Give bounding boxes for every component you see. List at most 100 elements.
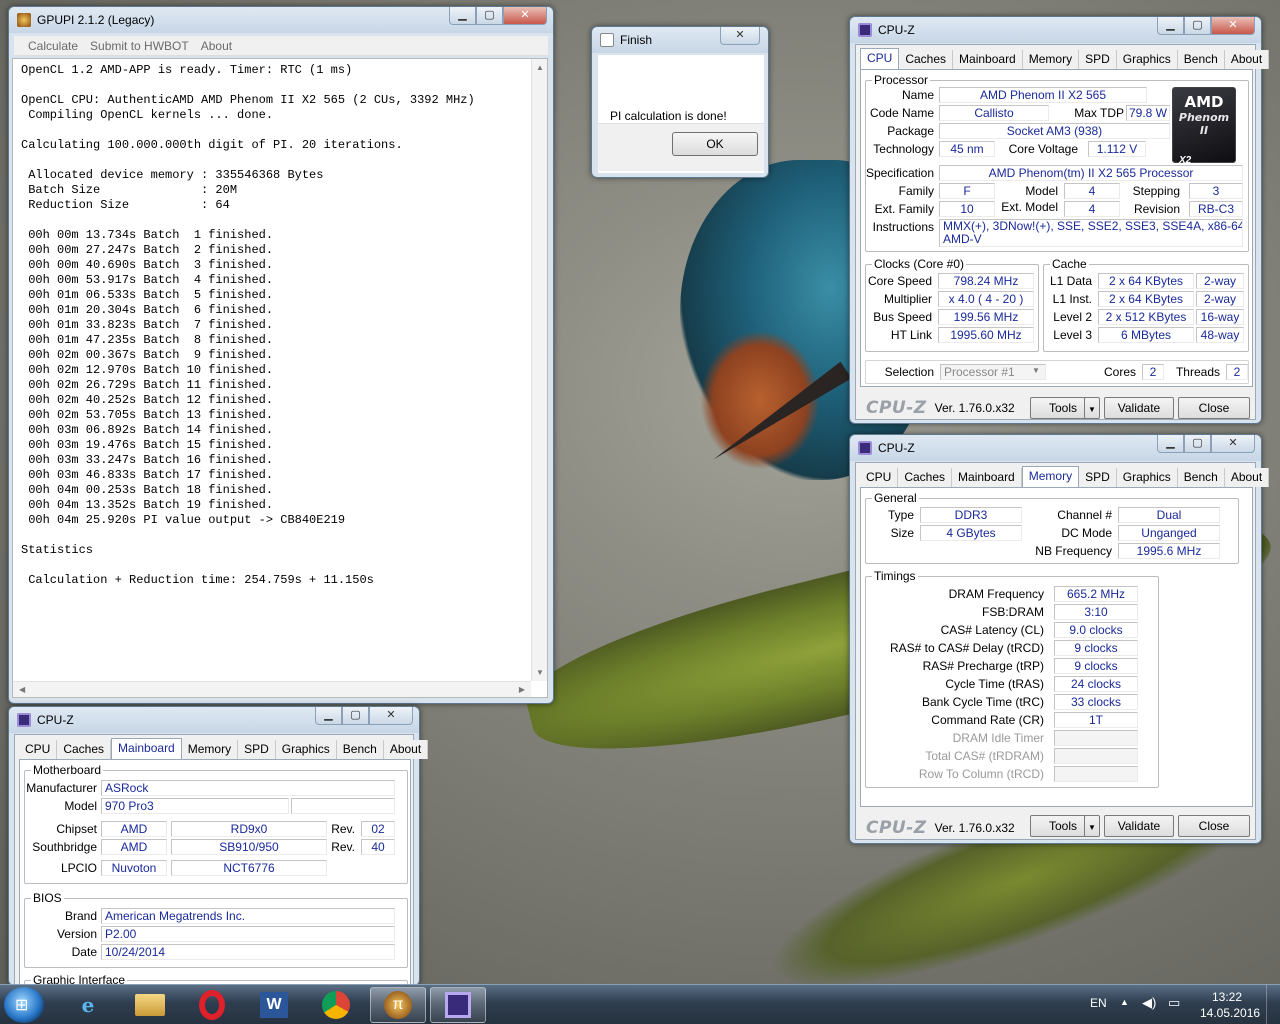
maximize-icon[interactable]: ▢ [1184, 17, 1211, 35]
tab-spd[interactable]: SPD [1079, 468, 1117, 487]
manufacturer-label: Manufacturer [26, 781, 97, 795]
menu-calculate[interactable]: Calculate [28, 39, 78, 53]
minimize-icon[interactable]: ▁ [315, 707, 342, 725]
chipset-label: Chipset [56, 822, 97, 836]
taskbar-chrome[interactable] [308, 987, 364, 1023]
type-label: Type [887, 508, 914, 522]
general-group-label: General [872, 491, 919, 505]
tab-mainboard[interactable]: Mainboard [953, 50, 1023, 69]
fsbdram-value: 3:10 [1054, 604, 1138, 620]
tab-mainboard[interactable]: Mainboard [952, 468, 1022, 487]
close-icon[interactable]: ✕ [1211, 435, 1255, 453]
windows-logo-icon: ⊞ [15, 997, 29, 1014]
tab-bench[interactable]: Bench [336, 740, 384, 759]
menu-about[interactable]: About [201, 39, 232, 53]
tab-about[interactable]: About [383, 740, 429, 759]
tab-graphics[interactable]: Graphics [1116, 468, 1178, 487]
minimize-icon[interactable]: ▁ [449, 7, 476, 25]
tab-memory[interactable]: Memory [1021, 466, 1080, 487]
instructions-label: Instructions [872, 220, 934, 234]
taskbar-word[interactable]: W [246, 987, 302, 1023]
maximize-icon[interactable]: ▢ [476, 7, 503, 25]
tab-cpu[interactable]: CPU [860, 48, 900, 69]
menu-submit-hwbot[interactable]: Submit to HWBOT [90, 39, 189, 53]
tab-spd[interactable]: SPD [1079, 50, 1117, 69]
tab-caches[interactable]: Caches [57, 740, 112, 759]
logo-phenom-text: Phenom II [1178, 111, 1230, 137]
gpupi-output-area[interactable]: OpenCL 1.2 AMD-APP is ready. Timer: RTC … [12, 58, 548, 698]
cpuz-memory-tabs: CPU Caches Mainboard Memory SPD Graphics… [860, 466, 1270, 487]
volume-icon[interactable]: ◀) [1142, 995, 1156, 1011]
cpuz-brand: CPU-Z [866, 398, 927, 418]
tray-show-hidden-icon[interactable]: ▲ [1120, 997, 1129, 1007]
tab-cpu[interactable]: CPU [19, 740, 58, 759]
l3-way: 48-way [1196, 327, 1244, 343]
taskbar-file-explorer[interactable] [122, 987, 178, 1023]
finish-footer: OK [598, 123, 764, 171]
tab-spd[interactable]: SPD [238, 740, 276, 759]
maximize-icon[interactable]: ▢ [1184, 435, 1211, 453]
tab-memory[interactable]: Memory [181, 740, 239, 759]
cpuz-memory-window: CPU-Z ▁ ▢ ✕ CPU Caches Mainboard Memory … [849, 434, 1270, 844]
clock-date[interactable]: 14.05.2016 [1200, 1006, 1260, 1020]
tab-about[interactable]: About [1224, 468, 1270, 487]
cpuz-version: Ver. 1.76.0.x32 [934, 401, 1015, 415]
close-button[interactable]: Close [1178, 815, 1250, 837]
l3-label: Level 3 [1053, 328, 1092, 342]
tab-memory[interactable]: Memory [1022, 50, 1080, 69]
taskbar-gpupi[interactable]: π [370, 987, 426, 1023]
tab-bench[interactable]: Bench [1177, 468, 1225, 487]
scroll-right-arrow-icon[interactable]: ▶ [519, 685, 525, 694]
tools-dropdown-button[interactable]: ▼ [1084, 815, 1100, 837]
tab-graphics[interactable]: Graphics [1116, 50, 1178, 69]
l2-label: Level 2 [1053, 310, 1092, 324]
validate-button[interactable]: Validate [1104, 815, 1174, 837]
cpuz-memory-window-controls: ▁ ▢ ✕ [1157, 435, 1255, 453]
tab-cpu[interactable]: CPU [860, 468, 899, 487]
lpcio-vendor: Nuvoton [101, 860, 167, 876]
tools-dropdown-button[interactable]: ▼ [1084, 397, 1100, 419]
ok-button[interactable]: OK [672, 132, 758, 156]
scroll-left-arrow-icon[interactable]: ◀ [19, 685, 25, 694]
instructions-value: MMX(+), 3DNow!(+), SSE, SSE2, SSE3, SSE4… [939, 219, 1243, 247]
clock-time[interactable]: 13:22 [1212, 990, 1242, 1004]
trc-value: 33 clocks [1054, 694, 1138, 710]
l1d-value: 2 x 64 KBytes [1098, 273, 1194, 289]
taskbar-opera[interactable] [184, 987, 240, 1023]
selection-dropdown[interactable]: Processor #1 [940, 364, 1046, 380]
bios-group: BIOS Brand American Megatrends Inc. Vers… [24, 891, 408, 968]
tab-bench[interactable]: Bench [1177, 50, 1225, 69]
tab-mainboard[interactable]: Mainboard [111, 738, 182, 759]
tab-graphics[interactable]: Graphics [275, 740, 337, 759]
tab-about[interactable]: About [1224, 50, 1270, 69]
scroll-up-arrow-icon[interactable]: ▲ [536, 63, 544, 72]
tab-caches[interactable]: Caches [898, 468, 953, 487]
family-value: F [939, 183, 995, 199]
dramfreq-label: DRAM Frequency [948, 587, 1044, 601]
network-icon[interactable]: ▭ [1168, 995, 1180, 1011]
extmodel-value: 4 [1064, 201, 1120, 217]
general-group: General Type DDR3 Size 4 GBytes Channel … [865, 491, 1239, 564]
cl-value: 9.0 clocks [1054, 622, 1138, 638]
start-button[interactable]: ⊞ [4, 987, 44, 1023]
close-icon[interactable]: ✕ [720, 27, 760, 45]
taskbar-cpuz[interactable] [430, 987, 486, 1023]
scroll-down-arrow-icon[interactable]: ▼ [536, 668, 544, 677]
close-icon[interactable]: ✕ [369, 707, 413, 725]
show-desktop-button[interactable] [1266, 985, 1280, 1024]
nbfreq-value: 1995.6 MHz [1118, 543, 1220, 559]
minimize-icon[interactable]: ▁ [1157, 17, 1184, 35]
validate-button[interactable]: Validate [1104, 397, 1174, 419]
close-icon[interactable]: ✕ [503, 7, 547, 25]
gpupi-horizontal-scrollbar[interactable]: ◀ ▶ [13, 681, 531, 697]
close-button[interactable]: Close [1178, 397, 1250, 419]
maximize-icon[interactable]: ▢ [342, 707, 369, 725]
taskbar-internet-explorer[interactable]: e [60, 987, 116, 1023]
gpupi-vertical-scrollbar[interactable]: ▲ ▼ [531, 59, 547, 681]
cr-value: 1T [1054, 712, 1138, 728]
chevron-down-icon[interactable]: ▼ [1032, 366, 1040, 375]
minimize-icon[interactable]: ▁ [1157, 435, 1184, 453]
tab-caches[interactable]: Caches [899, 50, 954, 69]
close-icon[interactable]: ✕ [1211, 17, 1255, 35]
language-indicator[interactable]: EN [1090, 996, 1107, 1010]
